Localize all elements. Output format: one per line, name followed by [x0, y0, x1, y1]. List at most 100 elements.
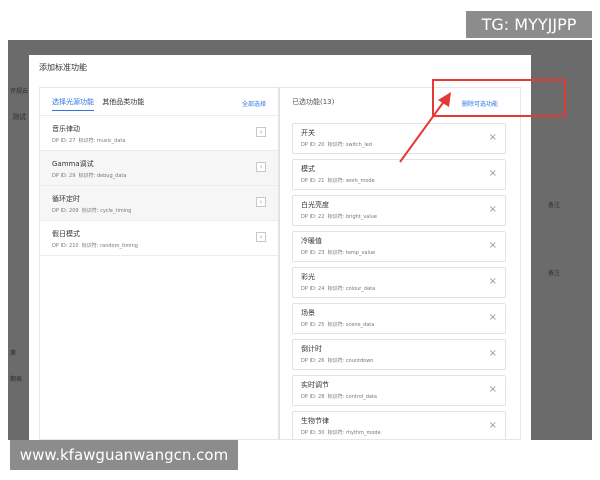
dp-id-text: DP ID: 23 — [301, 250, 325, 256]
remove-icon[interactable]: × — [489, 384, 497, 396]
background-label: 期表 — [10, 376, 23, 383]
list-item: 冷暖值 DP ID: 23 标识符: temp_value × — [292, 231, 506, 262]
chevron-right-icon: › — [259, 128, 263, 136]
function-meta: DP ID: 210 标识符: random_timing — [52, 242, 138, 249]
function-meta: DP ID: 27 标识符: music_data — [52, 137, 125, 144]
dp-id-text: DP ID: 209 — [52, 208, 79, 214]
dp-id-text: DP ID: 30 — [301, 430, 325, 436]
tab-light-source-functions[interactable]: 选择光源功能 — [52, 97, 94, 111]
chevron-right-icon: › — [259, 233, 263, 241]
list-item: 音乐律动 DP ID: 27 标识符: music_data › — [40, 115, 278, 151]
dp-id-text: DP ID: 25 — [301, 322, 325, 328]
remove-icon[interactable]: × — [489, 420, 497, 432]
list-item: 循环定时 DP ID: 209 标识符: cycle_timing › — [40, 185, 278, 221]
list-item: 场景 DP ID: 25 标识符: scene_data × — [292, 303, 506, 334]
dp-id-text: DP ID: 21 — [301, 178, 325, 184]
identifier-text: 标识符: music_data — [78, 138, 126, 144]
list-item: 假日模式 DP ID: 210 标识符: random_timing › — [40, 220, 278, 256]
dp-id-text: DP ID: 29 — [52, 173, 76, 179]
identifier-text: 标识符: scene_data — [327, 322, 375, 328]
function-name: 循环定时 — [52, 195, 80, 203]
function-name: 倒计时 — [301, 345, 322, 353]
function-meta: DP ID: 23 标识符: temp_value — [301, 249, 375, 256]
background-label: 测试 — [12, 113, 26, 121]
function-meta: DP ID: 209 标识符: cycle_timing — [52, 207, 131, 214]
tab-other-category-functions[interactable]: 其他品类功能 — [102, 97, 144, 110]
function-meta: DP ID: 29 标识符: debug_data — [52, 172, 126, 179]
identifier-text: 标识符: cycle_timing — [81, 208, 132, 214]
selected-functions-panel: 已选功能(13) 删除可选功能 开关 DP ID: 20 标识符: switch… — [279, 87, 521, 440]
remove-icon[interactable]: × — [489, 168, 497, 180]
dp-id-text: DP ID: 27 — [52, 138, 76, 144]
watermark-top: TG: MYYJJPP — [466, 11, 592, 38]
function-name: 假日模式 — [52, 230, 80, 238]
annotation-highlight-box — [432, 79, 566, 117]
function-name: 场景 — [301, 309, 315, 317]
identifier-text: 标识符: debug_data — [78, 173, 127, 179]
background-remark-label: 备注 — [548, 202, 561, 209]
select-all-link[interactable]: 全部选择 — [242, 99, 266, 108]
function-name: 模式 — [301, 165, 315, 173]
remove-icon[interactable]: × — [489, 276, 497, 288]
function-name: 实时调节 — [301, 381, 329, 389]
function-meta: DP ID: 22 标识符: bright_value — [301, 213, 377, 220]
dp-id-text: DP ID: 22 — [301, 214, 325, 220]
add-function-button[interactable]: › — [256, 127, 266, 137]
remove-icon[interactable]: × — [489, 132, 497, 144]
remove-icon[interactable]: × — [489, 312, 497, 324]
list-item: 模式 DP ID: 21 标识符: work_mode × — [292, 159, 506, 190]
remove-icon[interactable]: × — [489, 204, 497, 216]
function-meta: DP ID: 25 标识符: scene_data — [301, 321, 374, 328]
list-item: 白光亮度 DP ID: 22 标识符: bright_value × — [292, 195, 506, 226]
available-functions-panel: 选择光源功能 其他品类功能 全部选择 音乐律动 DP ID: 27 标识符: m… — [39, 87, 279, 440]
function-name: 冷暖值 — [301, 237, 322, 245]
dp-id-text: DP ID: 210 — [52, 243, 79, 249]
dialog-title: 添加标准功能 — [39, 63, 87, 72]
function-meta: DP ID: 21 标识符: work_mode — [301, 177, 375, 184]
chevron-right-icon: › — [259, 163, 263, 171]
function-name: 生物节律 — [301, 417, 329, 425]
identifier-text: 标识符: work_mode — [327, 178, 375, 184]
background-label: 第 — [10, 350, 17, 357]
function-meta: DP ID: 20 标识符: switch_led — [301, 141, 372, 148]
function-name: 白光亮度 — [301, 201, 329, 209]
dp-id-text: DP ID: 20 — [301, 142, 325, 148]
list-item: 彩光 DP ID: 24 标识符: colour_data × — [292, 267, 506, 298]
dp-id-text: DP ID: 26 — [301, 358, 325, 364]
background-remark-label: 备注 — [548, 270, 561, 277]
dp-id-text: DP ID: 28 — [301, 394, 325, 400]
selected-function-list: 开关 DP ID: 20 标识符: switch_led × 模式 DP ID:… — [292, 123, 506, 439]
function-name: Gamma调试 — [52, 160, 94, 168]
remove-icon[interactable]: × — [489, 348, 497, 360]
list-item: 生物节律 DP ID: 30 标识符: rhythm_mode × — [292, 411, 506, 439]
function-meta: DP ID: 26 标识符: countdown — [301, 357, 373, 364]
add-function-button[interactable]: › — [256, 197, 266, 207]
identifier-text: 标识符: temp_value — [327, 250, 376, 256]
function-name: 开关 — [301, 129, 315, 137]
identifier-text: 标识符: random_timing — [81, 243, 138, 249]
function-name: 音乐律动 — [52, 125, 80, 133]
identifier-text: 标识符: countdown — [327, 358, 374, 364]
background-label: 评规云 — [10, 88, 29, 95]
selected-count-header: 已选功能(13) — [292, 98, 335, 106]
list-item: 实时调节 DP ID: 28 标识符: control_data × — [292, 375, 506, 406]
available-function-list: 音乐律动 DP ID: 27 标识符: music_data › Gamma调试… — [40, 115, 278, 256]
dp-id-text: DP ID: 24 — [301, 286, 325, 292]
function-meta: DP ID: 30 标识符: rhythm_mode — [301, 429, 381, 436]
identifier-text: 标识符: switch_led — [327, 142, 372, 148]
function-tabs: 选择光源功能 其他品类功能 — [52, 97, 150, 111]
list-item: 开关 DP ID: 20 标识符: switch_led × — [292, 123, 506, 154]
chevron-right-icon: › — [259, 198, 263, 206]
add-function-button[interactable]: › — [256, 232, 266, 242]
list-item: Gamma调试 DP ID: 29 标识符: debug_data › — [40, 150, 278, 186]
add-function-button[interactable]: › — [256, 162, 266, 172]
identifier-text: 标识符: control_data — [327, 394, 377, 400]
function-meta: DP ID: 28 标识符: control_data — [301, 393, 377, 400]
identifier-text: 标识符: colour_data — [327, 286, 376, 292]
remove-icon[interactable]: × — [489, 240, 497, 252]
identifier-text: 标识符: rhythm_mode — [327, 430, 381, 436]
function-meta: DP ID: 24 标识符: colour_data — [301, 285, 375, 292]
function-name: 彩光 — [301, 273, 315, 281]
identifier-text: 标识符: bright_value — [327, 214, 377, 220]
watermark-bottom: www.kfawguanwangcn.com — [10, 440, 238, 470]
